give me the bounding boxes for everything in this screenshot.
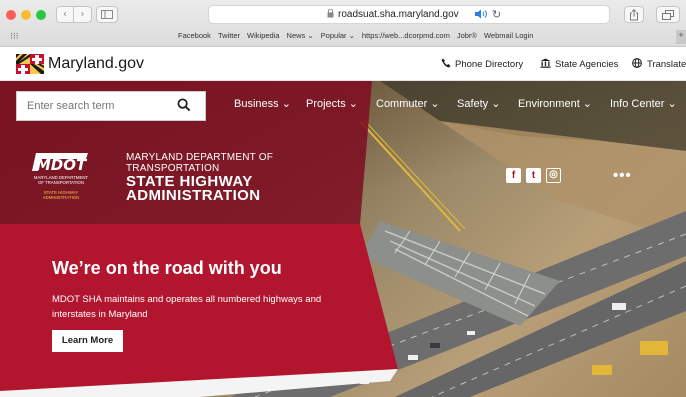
brand-line-department: MARYLAND DEPARTMENT OF (126, 152, 274, 163)
nav-projects[interactable]: Projects ⌄ (306, 97, 358, 110)
new-tab-plus-button[interactable]: + (676, 30, 686, 44)
minimize-window-button[interactable] (21, 10, 31, 20)
translate-link[interactable]: Translate (632, 58, 686, 70)
bookmark-webdcorp[interactable]: https://web...dcorpmd.com (362, 31, 450, 40)
back-button[interactable]: ‹ (56, 6, 74, 23)
search-icon[interactable] (177, 98, 191, 112)
sidebar-icon (101, 10, 113, 19)
nav-environment[interactable]: Environment ⌄ (518, 97, 592, 110)
mdot-sha-logo[interactable]: MDOT MARYLAND DEPARTMENT OF TRANSPORTATI… (30, 151, 92, 203)
instagram-icon[interactable]: ◎ (546, 168, 561, 183)
more-options-icon[interactable]: ••• (613, 167, 632, 184)
reload-icon[interactable]: ↻ (492, 8, 501, 21)
brand-line-administration: ADMINISTRATION (126, 187, 261, 204)
nav-business[interactable]: Business ⌄ (234, 97, 291, 110)
translate-label: Translate (647, 59, 686, 70)
globe-icon (632, 58, 642, 68)
browser-chrome: ‹ › roadsuat.sha.maryland.gov ↻ ⁝⁝⁝ Face… (0, 0, 686, 47)
fullscreen-window-button[interactable] (36, 10, 46, 20)
audio-playing-icon[interactable] (474, 9, 488, 22)
bookmark-wikipedia[interactable]: Wikipedia (247, 31, 280, 40)
bookmark-jobr[interactable]: Jobr® (457, 31, 477, 40)
bookmark-news[interactable]: News ⌄ (287, 31, 314, 40)
bookmark-twitter[interactable]: Twitter (218, 31, 240, 40)
lock-icon (327, 8, 334, 20)
logo-sub-sha-2: ADMINISTRATION (43, 195, 79, 200)
search-box[interactable]: Enter search term (16, 91, 206, 121)
address-bar[interactable]: roadsuat.sha.maryland.gov ↻ (208, 5, 610, 24)
close-window-button[interactable] (6, 10, 16, 20)
bookmarks-bar: Facebook Twitter Wikipedia News ⌄ Popula… (178, 31, 533, 40)
phone-directory-link[interactable]: Phone Directory (441, 58, 523, 70)
phone-icon (441, 58, 451, 68)
government-building-icon (540, 58, 551, 68)
bookmark-popular[interactable]: Popular ⌄ (321, 31, 355, 40)
state-agencies-link[interactable]: State Agencies (540, 58, 618, 70)
mdot-logo-mark: MDOT (36, 156, 88, 174)
state-agencies-label: State Agencies (555, 59, 619, 70)
maryland-gov-bar: Maryland.gov Phone Directory State Agenc… (0, 48, 686, 81)
phone-directory-label: Phone Directory (455, 59, 524, 70)
tab-overview-button[interactable] (656, 6, 680, 23)
search-input[interactable]: Enter search term (27, 100, 114, 112)
learn-more-button[interactable]: Learn More (52, 330, 123, 352)
sidebar-toggle-button[interactable] (96, 6, 118, 23)
tabs-icon (662, 10, 674, 20)
hero-heading: We’re on the road with you (52, 258, 282, 278)
maryland-flag-icon (16, 54, 44, 74)
forward-button[interactable]: › (74, 6, 92, 23)
hero-section: Enter search term Business ⌄ Projects ⌄ … (0, 81, 686, 397)
hero-description: MDOT SHA maintains and operates all numb… (52, 294, 322, 320)
nav-safety[interactable]: Safety ⌄ (457, 97, 500, 110)
bookmark-webmail[interactable]: Webmail Login (484, 31, 533, 40)
nav-commuter[interactable]: Commuter ⌄ (376, 97, 440, 110)
share-icon (630, 9, 638, 21)
twitter-icon[interactable]: t (526, 168, 541, 183)
bookmark-facebook[interactable]: Facebook (178, 31, 211, 40)
url-text: roadsuat.sha.maryland.gov (338, 9, 459, 20)
facebook-icon[interactable]: f (506, 168, 521, 183)
logo-sub-mdot-2: OF TRANSPORTATION (38, 180, 84, 185)
favorites-grid-icon[interactable]: ⁝⁝⁝ (10, 32, 19, 42)
share-button[interactable] (624, 6, 644, 23)
nav-info-center[interactable]: Info Center ⌄ (610, 97, 677, 110)
maryland-gov-title[interactable]: Maryland.gov (48, 55, 144, 73)
